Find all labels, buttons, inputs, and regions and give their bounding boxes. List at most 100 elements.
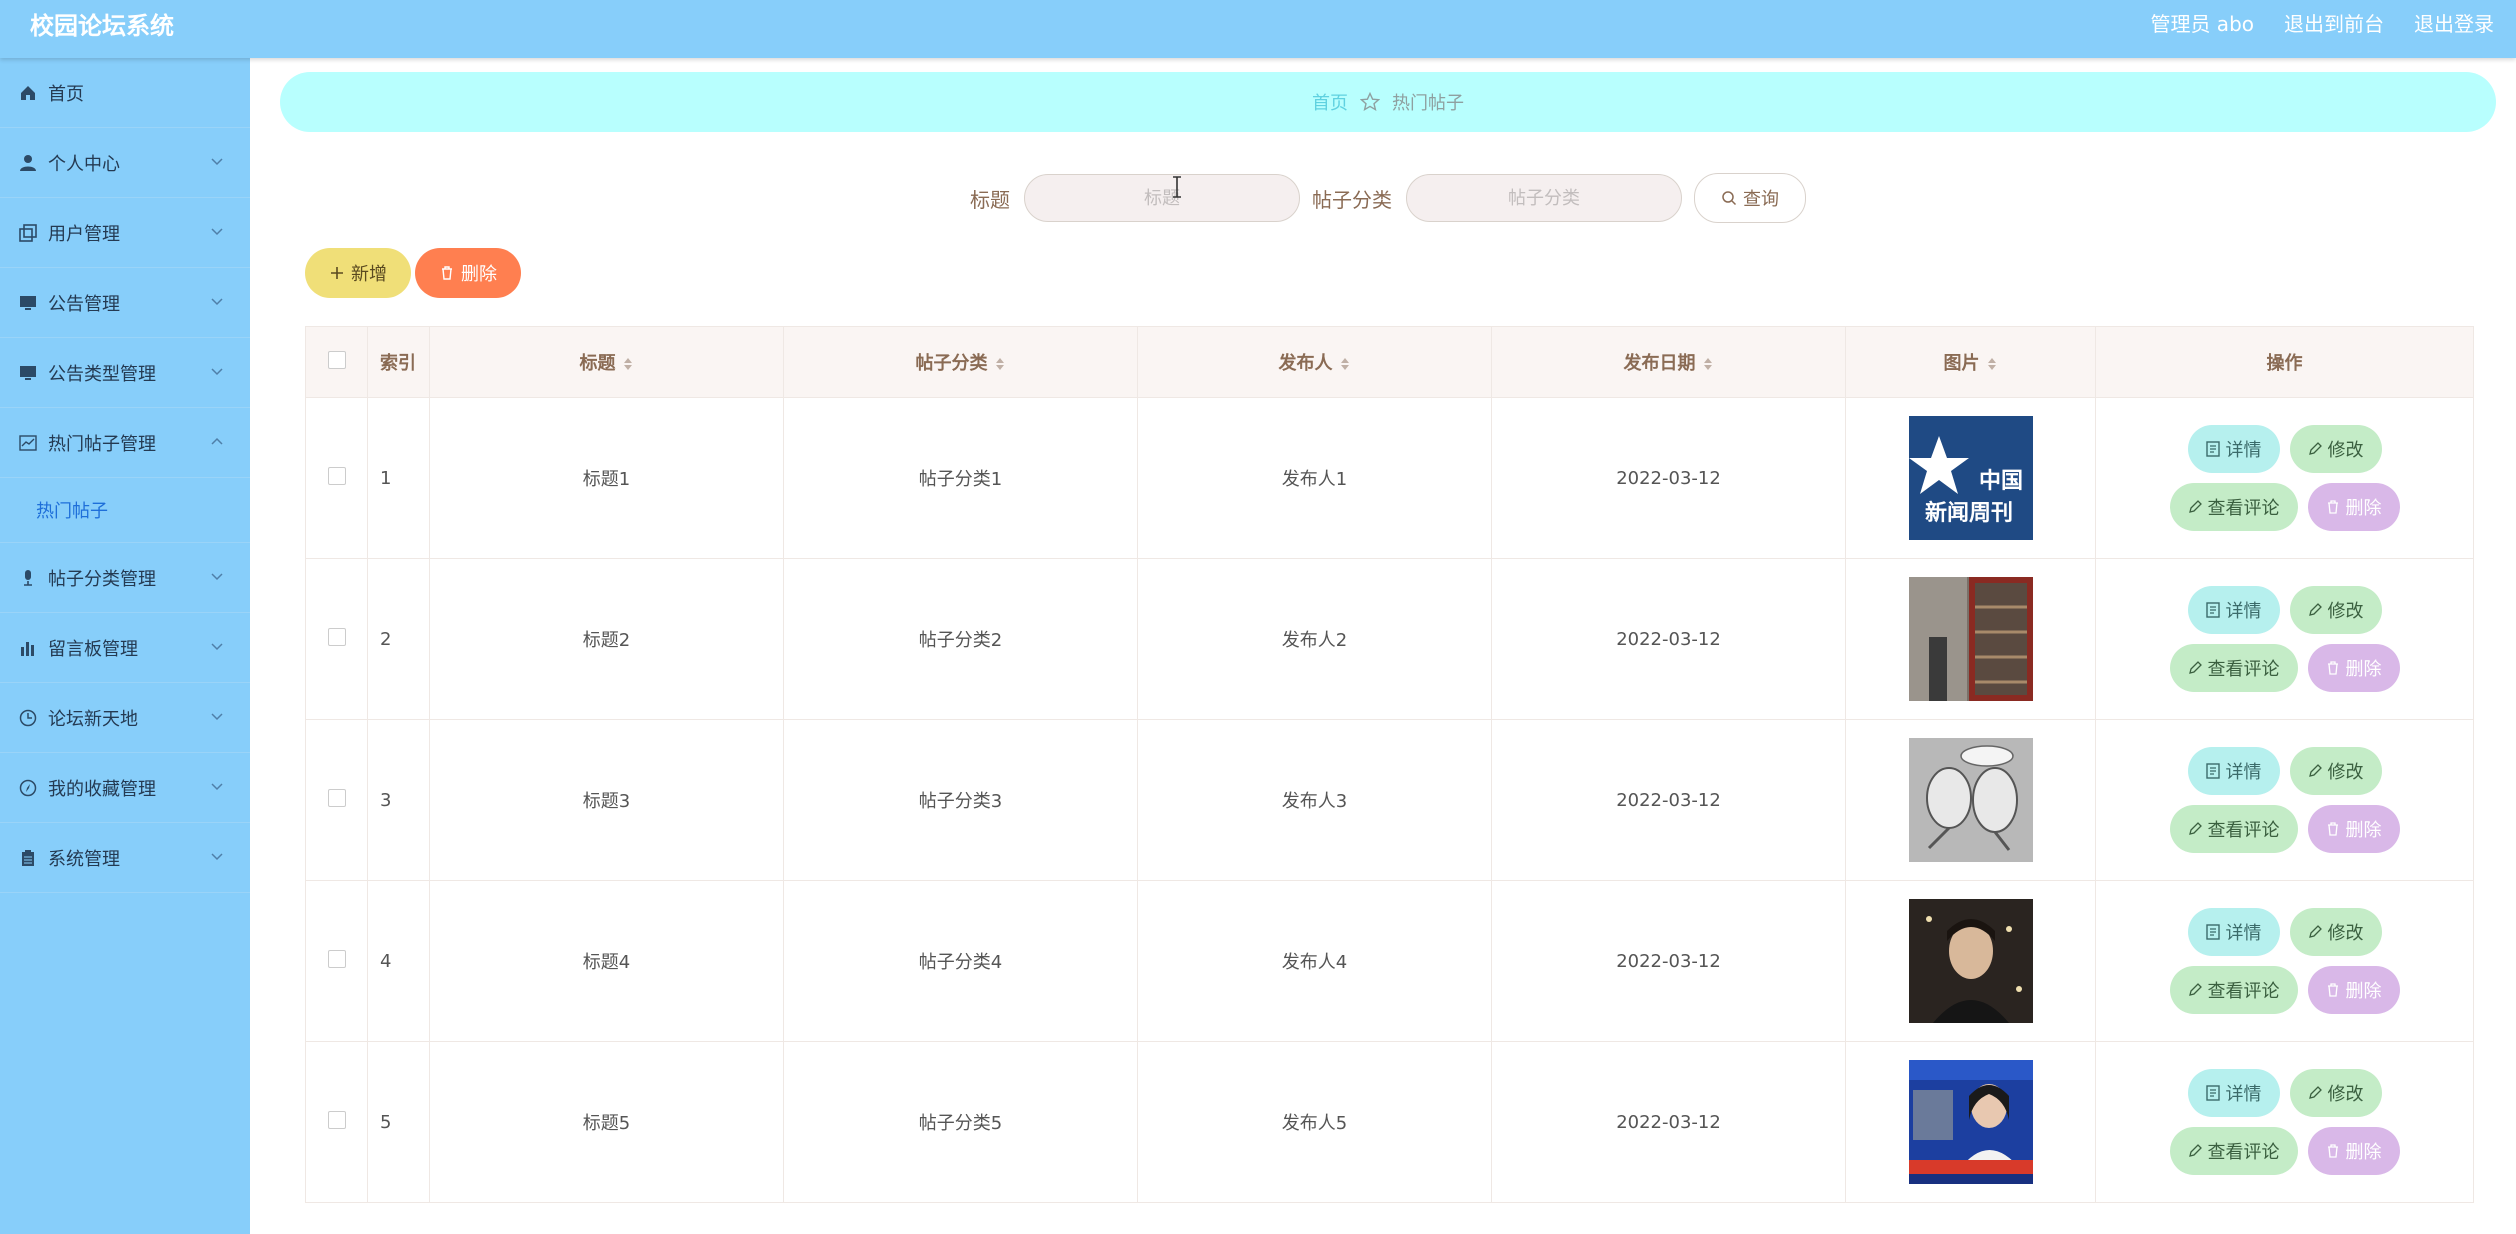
column-header-actions: 操作 [2095, 326, 2474, 398]
row-checkbox[interactable] [327, 788, 346, 807]
edit-button[interactable]: 修改 [2289, 747, 2382, 795]
title-search-input[interactable] [1024, 174, 1300, 222]
sidebar-item-message-board[interactable]: 留言板管理 [0, 613, 250, 683]
edit-button[interactable]: 修改 [2289, 425, 2382, 473]
category-search-input[interactable] [1406, 174, 1682, 222]
sidebar-item-home[interactable]: 首页 [0, 58, 250, 128]
sort-icon [1987, 358, 1996, 370]
row-select-cell [305, 1041, 368, 1203]
row-select-cell [305, 880, 368, 1042]
add-button-label: 新增 [351, 264, 387, 284]
detail-button-label: 详情 [2225, 440, 2262, 460]
row-select-cell [305, 558, 368, 720]
sidebar-item-label: 热门帖子管理 [48, 433, 156, 455]
row-delete-button[interactable]: 删除 [2307, 966, 2400, 1014]
detail-button[interactable]: 详情 [2187, 586, 2280, 634]
detail-button[interactable]: 详情 [2187, 1069, 2280, 1117]
row-author: 发布人5 [1137, 1041, 1492, 1203]
edit-button-label: 修改 [2327, 923, 2364, 943]
sidebar-item-users[interactable]: 用户管理 [0, 198, 250, 268]
chevron-down-icon [211, 853, 223, 861]
view-comments-button[interactable]: 查看评论 [2169, 644, 2298, 692]
detail-button-label: 详情 [2225, 762, 2262, 782]
breadcrumb-home[interactable]: 首页 [1312, 89, 1348, 115]
detail-button[interactable]: 详情 [2187, 747, 2280, 795]
sidebar-item-label: 公告类型管理 [48, 363, 156, 385]
row-date: 2022-03-12 [1491, 719, 1846, 881]
front-link[interactable]: 退出到前台 [2284, 8, 2384, 37]
view-comments-label: 查看评论 [2207, 981, 2280, 1001]
view-comments-button[interactable]: 查看评论 [2169, 483, 2298, 531]
column-header-date[interactable]: 发布日期 [1491, 326, 1846, 398]
row-title: 标题1 [429, 397, 784, 559]
sidebar-item-post-categories[interactable]: 帖子分类管理 [0, 543, 250, 613]
row-delete-button[interactable]: 删除 [2307, 483, 2400, 531]
edit-button[interactable]: 修改 [2289, 1069, 2382, 1117]
row-delete-button[interactable]: 删除 [2307, 805, 2400, 853]
row-delete-button[interactable]: 删除 [2307, 644, 2400, 692]
plus-icon [331, 267, 343, 279]
delete-button[interactable]: 删除 [415, 248, 521, 298]
row-author: 发布人4 [1137, 880, 1492, 1042]
column-header-title[interactable]: 标题 [429, 326, 784, 398]
detail-button[interactable]: 详情 [2187, 425, 2280, 473]
row-delete-button[interactable]: 删除 [2307, 1127, 2400, 1175]
edit-button-label: 修改 [2327, 440, 2364, 460]
sidebar-item-label: 系统管理 [48, 848, 120, 870]
column-header-date-label: 发布日期 [1623, 353, 1696, 374]
column-header-author[interactable]: 发布人 [1137, 326, 1492, 398]
row-checkbox[interactable] [327, 949, 346, 968]
sidebar-item-favorites[interactable]: 我的收藏管理 [0, 753, 250, 823]
trash-icon [2327, 1144, 2338, 1158]
top-links: 管理员 abo 退出到前台 退出登录 [2150, 8, 2494, 37]
home-icon [18, 83, 38, 103]
view-comments-button[interactable]: 查看评论 [2169, 1127, 2298, 1175]
column-header-index: 索引 [367, 326, 430, 398]
row-checkbox[interactable] [327, 627, 346, 646]
view-comments-button[interactable]: 查看评论 [2169, 805, 2298, 853]
table-row: 2 标题2 帖子分类2 发布人2 2022-03-12 详情 修改 查看评论 删… [305, 558, 2474, 720]
row-index: 2 [367, 558, 430, 720]
row-delete-label: 删除 [2345, 981, 2382, 1001]
document-icon [2205, 1085, 2220, 1101]
view-comments-label: 查看评论 [2207, 820, 2280, 840]
detail-button[interactable]: 详情 [2187, 908, 2280, 956]
search-row: 标题 帖子分类 查询 [280, 172, 2496, 224]
row-image-cell [1845, 880, 2096, 1042]
view-comments-button[interactable]: 查看评论 [2169, 966, 2298, 1014]
sidebar-item-system[interactable]: 系统管理 [0, 823, 250, 893]
compass-icon [18, 778, 38, 798]
monitor-icon [18, 293, 38, 313]
select-all-checkbox[interactable] [327, 350, 346, 369]
edit-button[interactable]: 修改 [2289, 586, 2382, 634]
row-checkbox[interactable] [327, 1110, 346, 1129]
column-header-category[interactable]: 帖子分类 [783, 326, 1138, 398]
select-all-cell [305, 326, 368, 398]
sort-icon [623, 358, 632, 370]
sidebar: 首页 个人中心 用户管理 公告管理 公告类型管理 热门帖子管理 热门帖子 帖子分… [0, 58, 250, 1234]
chevron-down-icon [211, 368, 223, 376]
sidebar-item-forum-world[interactable]: 论坛新天地 [0, 683, 250, 753]
add-button[interactable]: 新增 [305, 248, 411, 298]
sidebar-item-notices[interactable]: 公告管理 [0, 268, 250, 338]
row-date: 2022-03-12 [1491, 558, 1846, 720]
sort-icon [1340, 358, 1349, 370]
edit-icon [2188, 661, 2202, 674]
sidebar-item-notice-types[interactable]: 公告类型管理 [0, 338, 250, 408]
logout-link[interactable]: 退出登录 [2414, 8, 2494, 37]
view-comments-label: 查看评论 [2207, 498, 2280, 518]
sort-icon [1703, 358, 1712, 370]
edit-button[interactable]: 修改 [2289, 908, 2382, 956]
sidebar-subitem-hot-posts[interactable]: 热门帖子 [0, 478, 250, 543]
row-category: 帖子分类2 [783, 558, 1138, 720]
edit-icon [2308, 442, 2322, 455]
document-icon [2205, 763, 2220, 779]
row-title: 标题5 [429, 1041, 784, 1203]
edit-icon [2308, 764, 2322, 777]
sidebar-item-profile[interactable]: 个人中心 [0, 128, 250, 198]
query-button[interactable]: 查询 [1694, 173, 1806, 223]
row-checkbox[interactable] [327, 466, 346, 485]
column-header-image[interactable]: 图片 [1845, 326, 2096, 398]
row-index: 3 [367, 719, 430, 881]
sidebar-item-hot-posts[interactable]: 热门帖子管理 [0, 408, 250, 478]
